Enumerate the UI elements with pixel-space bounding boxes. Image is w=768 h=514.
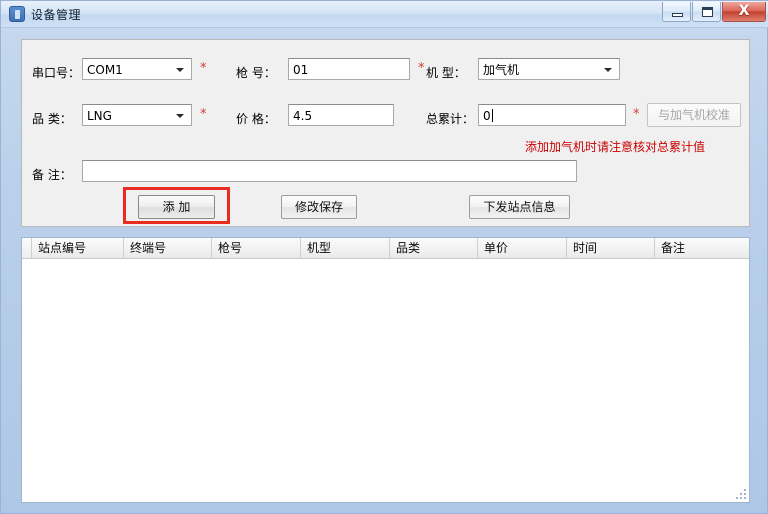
gun-required-mark: *: [418, 61, 425, 76]
device-table: 站点编号 终端号 枪号 机型 品类 单价 时间 备注: [21, 237, 750, 503]
total-required-mark: *: [633, 107, 640, 122]
table-column-model[interactable]: 机型: [301, 238, 390, 258]
device-icon: [9, 6, 25, 22]
close-button[interactable]: X: [722, 2, 766, 22]
price-input-value: 4.5: [293, 109, 313, 123]
maximize-button[interactable]: [692, 2, 721, 22]
gun-label: 枪 号：: [236, 66, 276, 80]
window-controls: X: [661, 2, 766, 22]
table-column-terminal-no[interactable]: 终端号: [124, 238, 212, 258]
text-caret: [491, 109, 493, 122]
remark-input[interactable]: [82, 160, 577, 182]
table-column-category[interactable]: 品类: [390, 238, 478, 258]
title-bar: 设备管理 X: [1, 1, 768, 28]
port-select[interactable]: COM1: [82, 58, 192, 80]
model-label: 机 型：: [426, 66, 466, 80]
total-input[interactable]: 0: [478, 104, 626, 126]
minimize-button[interactable]: [662, 2, 691, 22]
category-select-value: LNG: [87, 109, 112, 123]
save-button[interactable]: 修改保存: [281, 195, 357, 219]
calibrate-button[interactable]: 与加气机校准: [647, 103, 741, 127]
port-required-mark: *: [200, 61, 207, 76]
table-column-gun-no[interactable]: 枪号: [212, 238, 301, 258]
window-title: 设备管理: [31, 8, 82, 22]
category-select[interactable]: LNG: [82, 104, 192, 126]
port-select-value: COM1: [87, 63, 123, 77]
table-column-unit-price[interactable]: 单价: [478, 238, 567, 258]
port-label: 串口号：: [32, 66, 81, 80]
minimize-icon: [672, 13, 683, 17]
total-warning-text: 添加加气机时请注意核对总累计值: [525, 140, 706, 154]
close-icon: X: [738, 3, 750, 19]
resize-grip[interactable]: [736, 489, 747, 500]
table-header-row: 站点编号 终端号 枪号 机型 品类 单价 时间 备注: [22, 238, 749, 259]
maximize-icon: [702, 7, 713, 17]
gun-input[interactable]: 01: [288, 58, 410, 80]
price-label: 价 格：: [236, 112, 276, 126]
model-select-value: 加气机: [483, 63, 520, 77]
total-label: 总累计：: [426, 112, 475, 126]
total-input-value: 0: [483, 109, 491, 123]
dispatch-button[interactable]: 下发站点信息: [469, 195, 570, 219]
chevron-down-icon: [176, 68, 184, 72]
price-input[interactable]: 4.5: [288, 104, 394, 126]
table-column-time[interactable]: 时间: [567, 238, 655, 258]
table-column-remark[interactable]: 备注: [655, 238, 749, 258]
category-label: 品 类：: [32, 112, 72, 126]
application-window: 设备管理 X 串口号： COM1 * 枪 号： 01 * 机 型： 加气机 品 …: [0, 0, 768, 514]
chevron-down-icon: [176, 114, 184, 118]
add-button-highlight: [123, 187, 230, 224]
model-select[interactable]: 加气机: [478, 58, 620, 80]
category-required-mark: *: [200, 107, 207, 122]
table-row-selector-column: [22, 238, 32, 258]
gun-input-value: 01: [293, 63, 309, 77]
remark-label: 备 注：: [32, 168, 72, 182]
chevron-down-icon: [604, 68, 612, 72]
table-column-station-no[interactable]: 站点编号: [32, 238, 124, 258]
table-body[interactable]: [22, 259, 749, 502]
